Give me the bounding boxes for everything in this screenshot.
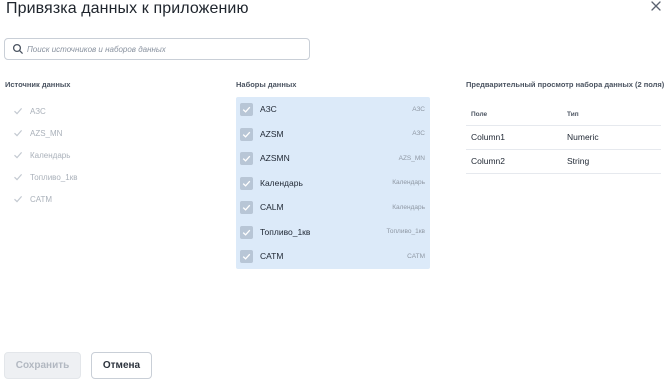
- source-item[interactable]: Календарь: [13, 144, 77, 166]
- dataset-source: АЗС: [412, 105, 425, 113]
- checkmark-icon: [14, 174, 23, 181]
- checkmark-icon: [242, 180, 251, 187]
- dataset-name: AZSM: [260, 128, 284, 139]
- dataset-checkbox[interactable]: [240, 250, 253, 263]
- dataset-checkbox[interactable]: [240, 127, 253, 141]
- datasets-list: АЗС АЗС AZSM АЗС AZSMN AZS_MN Календарь …: [236, 97, 430, 269]
- source-item-label: Топливо_1кв: [30, 172, 78, 182]
- dataset-checkbox[interactable]: [240, 201, 253, 214]
- dataset-source: Календарь: [392, 203, 425, 211]
- source-item-label: АЗС: [30, 106, 46, 116]
- checkmark-icon: [14, 152, 23, 159]
- dataset-row[interactable]: Топливо_1кв Топливо_1кв: [236, 220, 430, 245]
- source-item[interactable]: CATM: [13, 188, 77, 210]
- dataset-name: CATM: [260, 251, 284, 262]
- sources-header: Источник данных: [5, 80, 71, 89]
- checkmark-icon: [14, 130, 23, 137]
- dataset-name: Топливо_1кв: [260, 226, 311, 237]
- column-header-type: Тип: [562, 104, 661, 126]
- checkmark-icon: [242, 253, 251, 260]
- save-button[interactable]: Сохранить: [4, 352, 81, 379]
- search-input[interactable]: [27, 41, 307, 57]
- dataset-source: Календарь: [392, 179, 425, 187]
- source-item[interactable]: AZS_MN: [13, 122, 77, 144]
- table-row: Column1 Numeric: [466, 125, 661, 150]
- dataset-source: CATM: [407, 252, 425, 260]
- dataset-checkbox[interactable]: [240, 152, 253, 165]
- dialog-title: Привязка данных к приложению: [6, 0, 249, 17]
- dataset-source: Топливо_1кв: [386, 228, 425, 236]
- dataset-name: Календарь: [260, 177, 303, 188]
- dataset-checkbox[interactable]: [240, 225, 253, 239]
- dataset-row[interactable]: АЗС АЗС: [236, 97, 430, 122]
- dataset-name: AZSMN: [260, 153, 290, 164]
- search-field[interactable]: [4, 38, 310, 60]
- source-item[interactable]: АЗС: [13, 100, 77, 122]
- table-cell-type: Numeric: [562, 125, 661, 150]
- preview-title: Предварительный просмотр набора данных (…: [466, 80, 665, 89]
- source-item[interactable]: Топливо_1кв: [13, 166, 77, 188]
- source-item-label: Календарь: [30, 150, 71, 160]
- checkmark-icon: [14, 196, 23, 203]
- source-item-label: CATM: [30, 194, 53, 204]
- dataset-checkbox[interactable]: [240, 176, 253, 190]
- dataset-source: AZS_MN: [398, 154, 425, 162]
- table-cell-field: Column2: [466, 149, 562, 174]
- cancel-button[interactable]: Отмена: [91, 352, 152, 379]
- source-item-label: AZS_MN: [30, 128, 63, 138]
- checkmark-icon: [242, 155, 251, 162]
- dataset-name: CALM: [260, 202, 284, 213]
- checkmark-icon: [242, 106, 251, 113]
- checkmark-icon: [242, 131, 251, 138]
- table-cell-type: String: [562, 149, 661, 174]
- dataset-checkbox[interactable]: [240, 103, 253, 116]
- column-header-field: Поле: [466, 104, 562, 126]
- checkmark-icon: [14, 108, 23, 115]
- table-row: Column2 String: [466, 149, 661, 174]
- search-icon: [12, 43, 23, 54]
- checkmark-icon: [242, 229, 251, 236]
- preview-table: Поле Тип Column1 Numeric Column2 String: [466, 104, 661, 174]
- close-icon: [651, 1, 661, 11]
- dataset-row[interactable]: AZSMN AZS_MN: [236, 146, 430, 171]
- dataset-name: АЗС: [260, 104, 277, 115]
- table-header-row: Поле Тип: [466, 104, 661, 126]
- close-button[interactable]: [650, 0, 664, 14]
- dataset-row[interactable]: AZSM АЗС: [236, 122, 430, 147]
- sources-list: АЗС AZS_MN Календарь Топливо_1кв CATM: [13, 100, 77, 210]
- datasets-header: Наборы данных: [236, 80, 297, 89]
- table-cell-field: Column1: [466, 125, 562, 150]
- dataset-source: АЗС: [412, 130, 425, 138]
- checkmark-icon: [242, 204, 251, 211]
- dataset-row[interactable]: Календарь Календарь: [236, 171, 430, 196]
- dataset-row[interactable]: CATM CATM: [236, 244, 430, 269]
- dataset-row[interactable]: CALM Календарь: [236, 195, 430, 220]
